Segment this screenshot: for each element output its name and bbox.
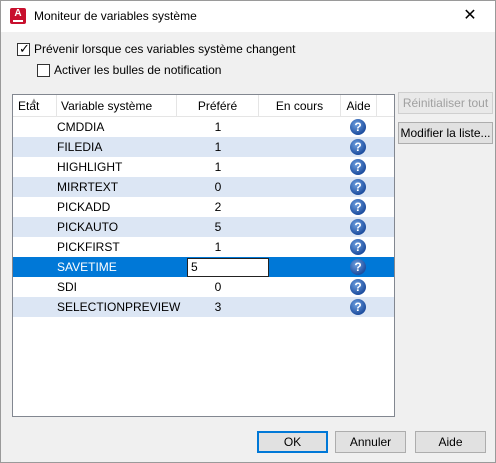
close-icon[interactable]: ✕	[453, 4, 487, 28]
col-aide[interactable]: Aide	[341, 95, 377, 117]
help-icon[interactable]: ?	[350, 199, 366, 215]
title-bar: A Moniteur de variables système ✕	[1, 1, 495, 32]
edit-list-button[interactable]: Modifier la liste...	[398, 122, 493, 144]
preferred-value-cell[interactable]: 3	[177, 297, 259, 317]
table-row[interactable]: HIGHLIGHT 1?	[13, 157, 394, 177]
variable-name-cell: SAVETIME	[57, 260, 117, 274]
dialog-window: A Moniteur de variables système ✕ ✓ Prév…	[0, 0, 496, 463]
preferred-value-cell[interactable]: 5	[177, 217, 259, 237]
variable-name-cell: SELECTIONPREVIEW	[57, 300, 181, 314]
variable-name-cell: HIGHLIGHT	[57, 160, 123, 174]
bubbles-label: Activer les bulles de notification	[54, 63, 222, 77]
table-row[interactable]: CMDDIA 1?	[13, 117, 394, 137]
col-prefere[interactable]: Préféré	[177, 95, 259, 117]
col-prefere-label: Préféré	[197, 99, 238, 113]
help-button[interactable]: Aide	[415, 431, 486, 453]
help-icon[interactable]: ?	[350, 259, 366, 275]
col-aide-label: Aide	[346, 99, 371, 113]
current-value-cell	[259, 117, 341, 137]
autocad-icon: A	[10, 8, 26, 24]
table-row[interactable]: PICKAUTO 5?	[13, 217, 394, 237]
table-row[interactable]: SDI 0?	[13, 277, 394, 297]
help-icon[interactable]: ?	[350, 119, 366, 135]
table-row[interactable]: SELECTIONPREVIEW 3?	[13, 297, 394, 317]
help-icon[interactable]: ?	[350, 279, 366, 295]
sort-up-icon: ▲	[30, 96, 38, 105]
list-header: ▲ Etat Variable système Préféré En cours…	[13, 95, 394, 117]
bubbles-option[interactable]: Activer les bulles de notification	[37, 62, 221, 78]
window-title: Moniteur de variables système	[34, 9, 197, 23]
preferred-value-cell[interactable]: 1	[177, 137, 259, 157]
notify-label: Prévenir lorsque ces variables système c…	[34, 42, 296, 56]
preferred-value-input[interactable]: 5	[187, 258, 269, 277]
variable-name-cell: PICKFIRST	[57, 240, 120, 254]
col-variable-label: Variable système	[61, 99, 153, 113]
table-row[interactable]: SAVETIME 5?	[13, 257, 394, 277]
table-row[interactable]: FILEDIA 1?	[13, 137, 394, 157]
preferred-value-cell[interactable]: 0	[177, 277, 259, 297]
variables-list[interactable]: ▲ Etat Variable système Préféré En cours…	[12, 94, 395, 417]
cancel-button[interactable]: Annuler	[335, 431, 406, 453]
help-icon[interactable]: ?	[350, 299, 366, 315]
variable-name-cell: SDI	[57, 280, 78, 294]
preferred-value-cell[interactable]: 1	[177, 237, 259, 257]
variable-name-cell: CMDDIA	[57, 120, 105, 134]
variable-name-cell: PICKADD	[57, 200, 111, 214]
notify-option[interactable]: ✓ Prévenir lorsque ces variables système…	[17, 41, 295, 57]
variable-name-cell: FILEDIA	[57, 140, 103, 154]
help-icon[interactable]: ?	[350, 159, 366, 175]
current-value-cell	[259, 217, 341, 237]
preferred-value-cell[interactable]: 2	[177, 197, 259, 217]
autocad-icon-glyph: A	[14, 8, 22, 19]
current-value-cell	[259, 297, 341, 317]
reset-all-button[interactable]: Réinitialiser tout	[398, 92, 493, 114]
current-value-cell	[259, 277, 341, 297]
bubbles-checkbox[interactable]	[37, 63, 50, 77]
current-value-cell	[259, 137, 341, 157]
preferred-value-cell[interactable]: 0	[177, 177, 259, 197]
table-row[interactable]: PICKFIRST 1?	[13, 237, 394, 257]
variable-name-cell: PICKAUTO	[57, 220, 119, 234]
checkmark-icon: ✓	[19, 40, 30, 56]
current-value-cell	[259, 157, 341, 177]
current-value-cell	[259, 197, 341, 217]
notify-checkbox[interactable]: ✓	[17, 40, 30, 56]
current-value-cell	[259, 257, 341, 277]
preferred-value-cell[interactable]: 1	[177, 157, 259, 177]
col-etat[interactable]: ▲ Etat	[13, 95, 57, 117]
help-icon[interactable]: ?	[350, 239, 366, 255]
col-encours[interactable]: En cours	[259, 95, 341, 117]
table-row[interactable]: PICKADD 2?	[13, 197, 394, 217]
help-icon[interactable]: ?	[350, 219, 366, 235]
table-row[interactable]: MIRRTEXT 0?	[13, 177, 394, 197]
current-value-cell	[259, 177, 341, 197]
col-encours-label: En cours	[275, 99, 324, 113]
help-icon[interactable]: ?	[350, 139, 366, 155]
help-icon[interactable]: ?	[350, 179, 366, 195]
current-value-cell	[259, 237, 341, 257]
variable-name-cell: MIRRTEXT	[57, 180, 119, 194]
ok-button[interactable]: OK	[257, 431, 328, 453]
preferred-value-cell[interactable]: 1	[177, 117, 259, 137]
col-variable[interactable]: Variable système	[57, 95, 177, 117]
